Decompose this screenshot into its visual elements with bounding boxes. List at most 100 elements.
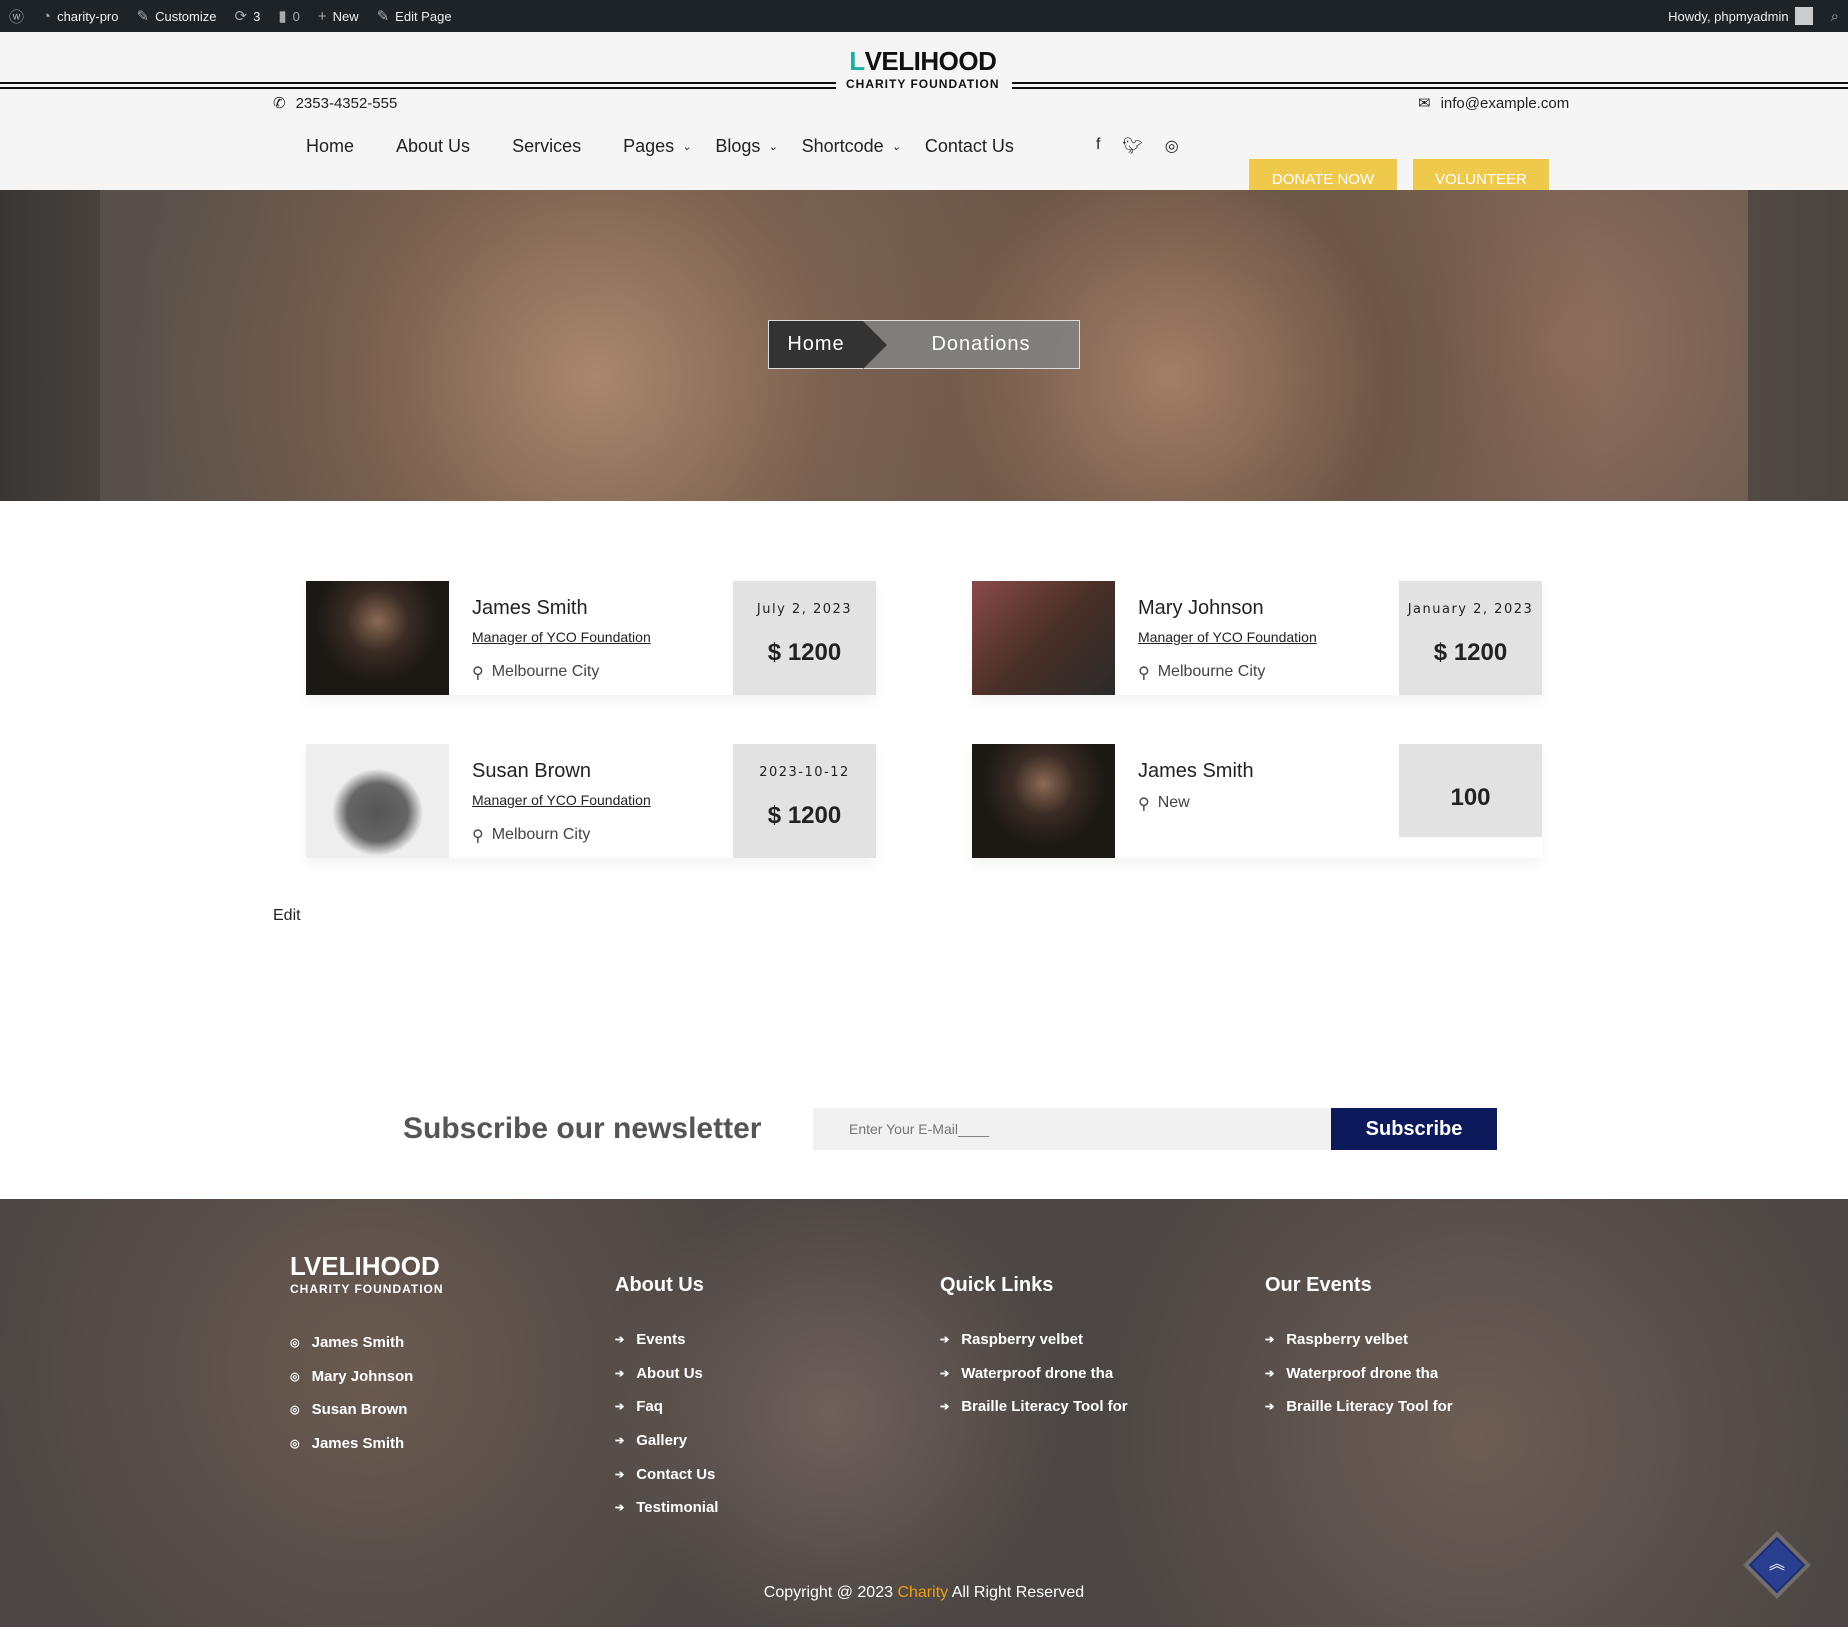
logo-word: VELIHOOD: [864, 46, 997, 76]
donor-photo: [972, 581, 1115, 695]
chevron-down-icon: ⌄: [682, 141, 692, 153]
donation-card: Mary Johnson Manager of YCO Foundation ⚲…: [972, 581, 1542, 695]
wp-logo-button[interactable]: ⓦ: [0, 0, 33, 32]
link-label: James Smith: [311, 1334, 405, 1352]
account-menu[interactable]: Howdy, phpmyadmin: [1659, 0, 1821, 32]
footer-link[interactable]: ➔ Braille Literacy Tool for: [1265, 1390, 1453, 1424]
footer-link[interactable]: ➔ Testimonial: [615, 1491, 718, 1525]
arrow-right-icon: ➔: [1265, 1367, 1275, 1380]
donor-name: Susan Brown: [472, 760, 591, 782]
logo-subtitle: CHARITY FOUNDATION: [846, 77, 1000, 91]
donor-location: ⚲ Melbourne City: [472, 663, 599, 683]
divider: [0, 82, 836, 84]
donation-date: July 2, 2023: [756, 602, 853, 617]
site-footer: LVELIHOOD CHARITY FOUNDATION ◎ James Smit…: [0, 1199, 1848, 1627]
divider: [0, 87, 836, 89]
howdy-text: Howdy, phpmyadmin: [1668, 8, 1789, 24]
nav-shortcode[interactable]: Shortcode ⌄: [802, 136, 901, 157]
nav-home[interactable]: Home: [306, 136, 354, 157]
footer-donor-link[interactable]: ◎ James Smith: [290, 1427, 444, 1461]
copyright-text: All Right Reserved: [948, 1584, 1085, 1601]
chevron-down-icon: ⌄: [768, 141, 778, 153]
footer-about: About Us ➔ Events ➔ About Us ➔ Faq ➔ Gallery…: [615, 1274, 718, 1525]
footer-donor-link[interactable]: ◎ Mary Johnson: [290, 1360, 444, 1394]
footer-donor-link[interactable]: ◎ Susan Brown: [290, 1393, 444, 1427]
arrow-right-icon: ➔: [615, 1468, 625, 1481]
nav-contact-us[interactable]: Contact Us: [925, 136, 1014, 157]
location-text: Melbourn City: [491, 826, 591, 843]
edit-page-link[interactable]: ✎ Edit Page: [368, 0, 461, 32]
donor-role-link[interactable]: Manager of YCO Foundation: [472, 792, 651, 808]
breadcrumb-current: Donations: [863, 321, 1079, 368]
new-label: New: [332, 8, 359, 24]
link-label: About Us: [636, 1364, 703, 1382]
link-label: Faq: [636, 1398, 663, 1416]
link-label: Contact Us: [636, 1465, 716, 1483]
donor-role-link[interactable]: Manager of YCO Foundation: [472, 629, 651, 645]
donor-location: ⚲ Melbourn City: [472, 826, 590, 846]
footer-heading: About Us: [615, 1274, 704, 1296]
facebook-icon[interactable]: f: [1096, 136, 1100, 156]
comments-count: 0: [292, 8, 300, 24]
phone-contact[interactable]: ✆ 2353-4352-555: [273, 94, 398, 113]
footer-link[interactable]: ➔ Braille Literacy Tool for: [940, 1390, 1128, 1424]
divider: [1012, 87, 1848, 89]
location-text: Melbourne City: [491, 663, 600, 680]
footer-link[interactable]: ➔ Events: [615, 1323, 718, 1357]
updates-link[interactable]: ⟳ 3: [226, 0, 270, 32]
logo-initial: L: [290, 1251, 304, 1281]
donor-location: ⚲ Melbourne City: [1138, 663, 1265, 683]
breadcrumb-home[interactable]: Home: [769, 321, 887, 369]
arrow-right-icon: ➔: [615, 1401, 625, 1414]
new-link[interactable]: + New: [309, 0, 368, 32]
subscribe-button[interactable]: Subscribe: [1331, 1108, 1497, 1150]
search-button[interactable]: ⌕: [1822, 0, 1848, 32]
site-logo[interactable]: LVELIHOOD CHARITY FOUNDATION: [846, 46, 1000, 91]
twitter-icon[interactable]: 🐦︎: [1122, 136, 1142, 156]
arrow-right-icon: ➔: [1265, 1401, 1275, 1414]
envelope-icon: ✉: [1418, 95, 1431, 112]
footer-link[interactable]: ➔ Waterproof drone tha: [1265, 1357, 1453, 1391]
donation-box: January 2, 2023 $ 1200: [1399, 581, 1542, 695]
donation-box: 2023-10-12 $ 1200: [733, 744, 876, 858]
footer-donor-link[interactable]: ◎ James Smith: [290, 1326, 444, 1360]
footer-link[interactable]: ➔ Raspberry velbet: [1265, 1323, 1453, 1357]
site-name-link[interactable]: ◔ charity-pro: [33, 0, 127, 32]
footer-link[interactable]: ➔ Waterproof drone tha: [940, 1357, 1128, 1391]
search-icon: ⌕: [1830, 7, 1839, 25]
link-label: Raspberry velbet: [1286, 1331, 1408, 1349]
email-contact[interactable]: ✉ info@example.com: [1418, 94, 1569, 113]
brand-link[interactable]: Charity: [897, 1584, 948, 1601]
updates-icon: ⟳: [234, 8, 248, 25]
footer-link[interactable]: ➔ Faq: [615, 1390, 718, 1424]
edit-link[interactable]: Edit: [273, 907, 301, 925]
comment-icon: ▮: [278, 8, 287, 25]
footer-link[interactable]: ➔ Raspberry velbet: [940, 1323, 1128, 1357]
nav-blogs[interactable]: Blogs ⌄: [715, 136, 777, 157]
circle-icon: ◎: [290, 1370, 300, 1383]
instagram-icon[interactable]: ◎: [1165, 136, 1179, 156]
site-name: charity-pro: [57, 8, 119, 24]
arrow-right-icon: ➔: [940, 1367, 950, 1380]
link-label: Events: [636, 1331, 686, 1349]
link-label: Susan Brown: [311, 1401, 408, 1419]
comments-link[interactable]: ▮ 0: [269, 0, 309, 32]
donation-date: January 2, 2023: [1407, 602, 1534, 617]
arrow-right-icon: ➔: [615, 1367, 625, 1380]
nav-services[interactable]: Services: [512, 136, 581, 157]
link-label: Braille Literacy Tool for: [961, 1398, 1128, 1416]
dashboard-icon: ◔: [42, 7, 52, 25]
footer-link[interactable]: ➔ Contact Us: [615, 1457, 718, 1491]
donor-role-link[interactable]: Manager of YCO Foundation: [1138, 629, 1317, 645]
donation-card: James Smith ⚲ New 100: [972, 744, 1542, 858]
phone-number: 2353-4352-555: [295, 94, 398, 112]
footer-link[interactable]: ➔ Gallery: [615, 1424, 718, 1458]
footer-logo[interactable]: LVELIHOOD: [290, 1251, 444, 1282]
footer-link[interactable]: ➔ About Us: [615, 1357, 718, 1391]
logo-initial: L: [849, 46, 865, 76]
nav-label: Pages: [623, 136, 675, 156]
nav-about-us[interactable]: About Us: [396, 136, 470, 157]
nav-pages[interactable]: Pages ⌄: [623, 136, 691, 157]
customize-link[interactable]: ✎ Customize: [128, 0, 226, 32]
email-input[interactable]: [813, 1108, 1331, 1150]
